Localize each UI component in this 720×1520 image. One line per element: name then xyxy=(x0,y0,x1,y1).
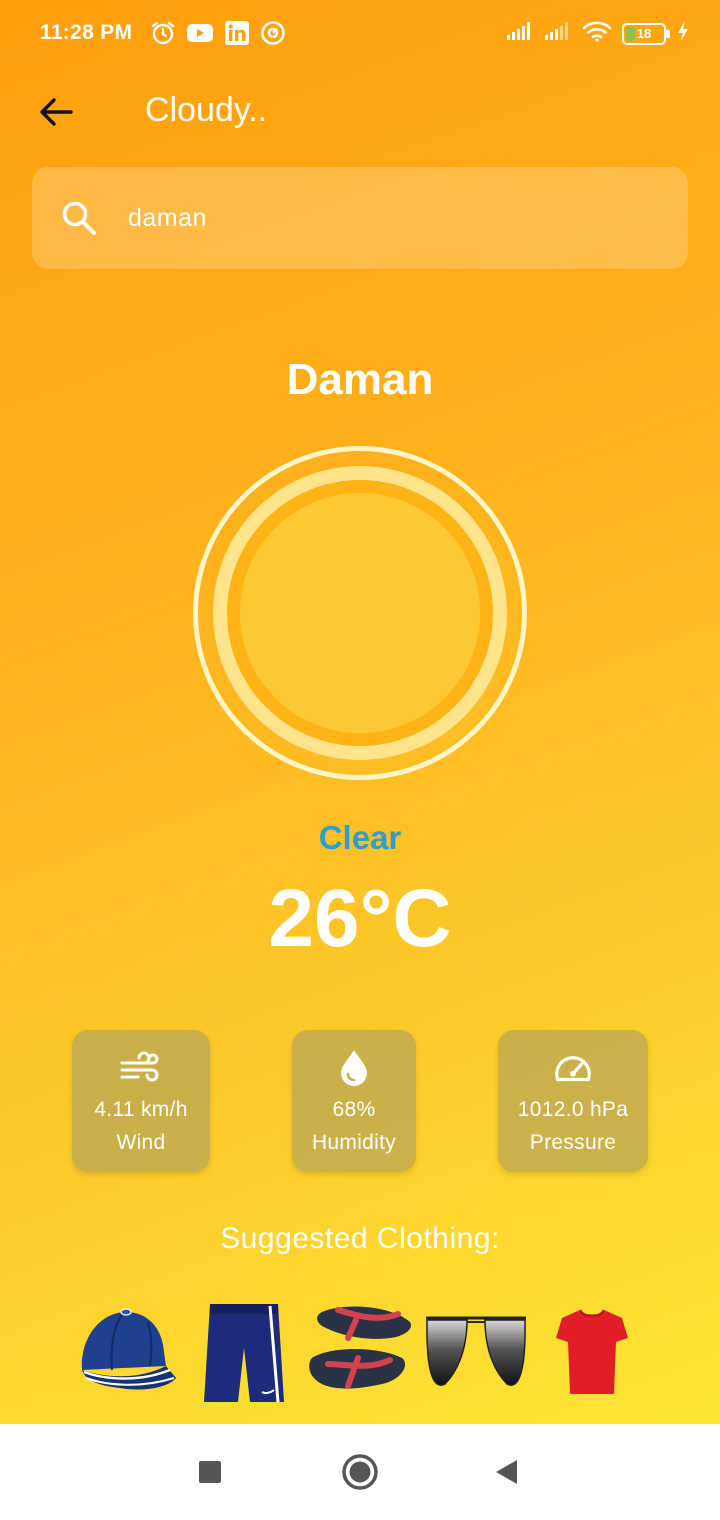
alarm-icon xyxy=(150,20,176,51)
flip-flops-image xyxy=(308,1300,412,1409)
home-circle-icon xyxy=(342,1454,378,1490)
at-sign-icon xyxy=(260,20,286,51)
notification-icons xyxy=(150,20,286,51)
speedometer-icon xyxy=(552,1048,594,1088)
pressure-card: 1012.0 hPa Pressure xyxy=(498,1030,648,1172)
navigation-bar xyxy=(0,1424,720,1520)
status-time: 11:28 PM xyxy=(40,21,133,44)
linkedin-icon xyxy=(224,20,250,51)
weather-condition: Clear xyxy=(318,819,402,856)
cap-image xyxy=(76,1300,180,1401)
arrow-left-icon xyxy=(40,98,73,126)
t-shirt-image xyxy=(556,1300,628,1405)
back-nav-button[interactable] xyxy=(466,1424,546,1520)
water-drop-icon xyxy=(333,1048,375,1088)
signal-icon xyxy=(506,21,534,46)
search-icon[interactable] xyxy=(58,197,102,241)
wind-value: 4.11 km/h xyxy=(94,1098,188,1121)
charging-icon xyxy=(676,20,690,47)
humidity-value: 68% xyxy=(332,1098,376,1121)
clothing-title: Suggested Clothing: xyxy=(220,1222,500,1255)
temperature: 26°C xyxy=(268,873,452,964)
humidity-label: Humidity xyxy=(311,1131,397,1154)
page-title: Cloudy.. xyxy=(145,91,268,129)
battery-level: 18 xyxy=(636,26,652,41)
city-name: Daman xyxy=(286,355,434,404)
pressure-value: 1012.0 hPa xyxy=(517,1098,629,1121)
signal-icon-2 xyxy=(544,21,572,46)
sun-icon xyxy=(240,493,480,733)
system-icons: 18 xyxy=(506,20,690,47)
app-screen: 11:28 PM 18 Cloudy.. daman Daman Clear 2… xyxy=(0,0,720,1424)
wind-icon xyxy=(120,1048,162,1088)
wifi-icon xyxy=(582,20,612,47)
sunglasses-image xyxy=(424,1300,528,1405)
search-input[interactable] xyxy=(128,200,648,236)
recents-square-icon xyxy=(199,1461,221,1483)
recents-button[interactable] xyxy=(170,1424,250,1520)
shorts-image xyxy=(204,1300,284,1409)
back-button[interactable] xyxy=(34,90,78,134)
youtube-icon xyxy=(186,22,214,49)
battery-icon: 18 xyxy=(622,22,670,45)
humidity-card: 68% Humidity xyxy=(292,1030,416,1172)
status-bar: 11:28 PM 18 xyxy=(0,0,720,70)
wind-label: Wind xyxy=(116,1131,166,1154)
wind-card: 4.11 km/h Wind xyxy=(72,1030,210,1172)
back-triangle-icon xyxy=(496,1460,517,1484)
home-button[interactable] xyxy=(320,1424,400,1520)
pressure-label: Pressure xyxy=(529,1131,617,1154)
